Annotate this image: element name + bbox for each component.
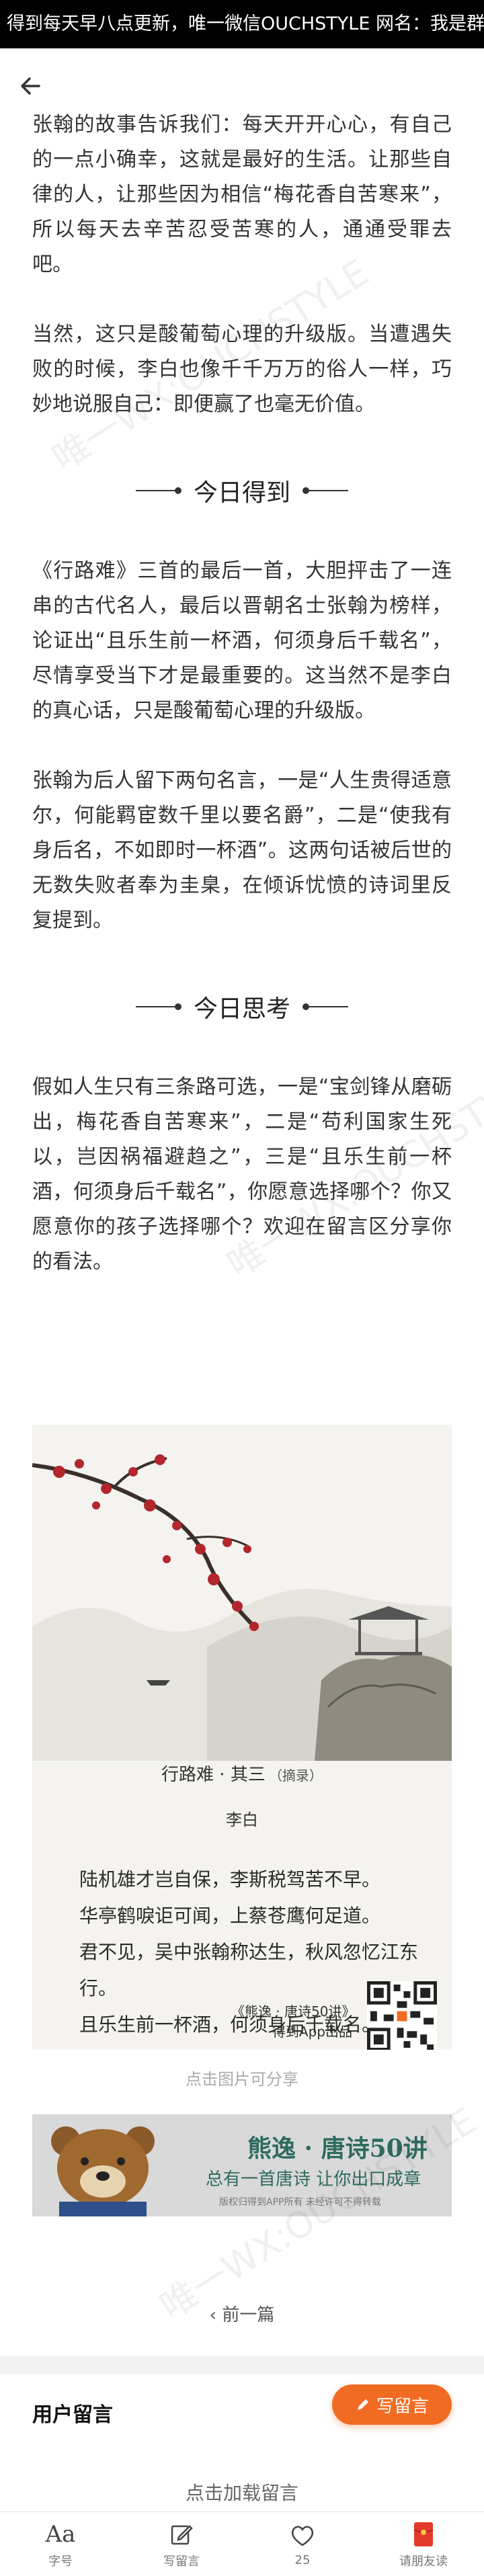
poem-line: 陆机雄才岂自保，李斯税驾苦不早。	[79, 1868, 381, 1891]
tab-label: 请朋友读	[399, 2554, 448, 2569]
ink-painting-illustration	[32, 1454, 452, 1761]
heading-divider-left	[135, 487, 182, 494]
publisher: 得到App出品	[272, 2024, 352, 2040]
poem-excerpt-note: （摘录）	[268, 1768, 323, 1784]
share-tip-text: 点击图片可分享	[186, 2070, 298, 2089]
tab-like[interactable]: 25	[242, 2512, 363, 2576]
tab-label: 写留言	[163, 2554, 200, 2569]
banner-title: 熊逸 · 唐诗50讲	[247, 2134, 428, 2163]
comments-title: 用户留言	[32, 2403, 113, 2427]
course-name: 《熊逸 · 唐诗50讲》	[231, 2003, 356, 2020]
article-paragraph: 张翰的故事告诉我们：每天开开心心，有自己的一点小确幸，这就是最好的生活。让那些自…	[32, 113, 452, 276]
bottom-tab-bar: Aa 字号 写留言 25 请朋友读	[0, 2511, 484, 2576]
article-body: 张翰的故事告诉我们：每天开开心心，有自己的一点小确幸，这就是最好的生活。让那些自…	[32, 108, 452, 1315]
like-count: 25	[294, 2553, 311, 2567]
pencil-icon	[357, 2399, 368, 2410]
heading-divider-right	[302, 1003, 348, 1010]
poem-line: 华亭鹤唳讵可闻，上蔡苍鹰何足道。	[79, 1905, 381, 1927]
section-title: 今日思考	[193, 995, 290, 1023]
load-comments-link[interactable]: 点击加载留言	[0, 2479, 484, 2505]
edit-icon	[169, 2520, 194, 2549]
heart-icon	[290, 2521, 315, 2550]
font-size-icon: Aa	[45, 2520, 76, 2548]
poem-share-image[interactable]: 行路难 · 其三 （摘录） 李白 陆机雄才岂自保，李斯税驾苦不早。 华亭鹤唳讵可…	[32, 1425, 452, 2050]
banner-slogan: 总有一首唐诗 让你出口成章	[206, 2169, 421, 2190]
tab-write-comment[interactable]: 写留言	[121, 2512, 242, 2576]
write-comment-label: 写留言	[376, 2396, 429, 2417]
tab-font-size[interactable]: Aa 字号	[0, 2512, 121, 2576]
article-paragraph: 《行路难》三首的最后一首，大胆抨击了一连串的古代名人，最后以晋朝名士张翰为榜样，…	[32, 559, 452, 722]
back-arrow-icon[interactable]	[16, 71, 46, 101]
section-heading-today-think: 今日思考	[32, 973, 452, 1040]
article-paragraph: 张翰为后人留下两句名言，一是“人生贵得适意尔，何能羁宦数千里以要名爵”，二是“使…	[32, 769, 452, 932]
write-comment-button[interactable]: 写留言	[332, 2384, 452, 2425]
section-heading-today-gain: 今日得到	[32, 457, 452, 524]
poem-author: 李白	[226, 1811, 258, 1829]
course-banner[interactable]: 熊逸 · 唐诗50讲 总有一首唐诗 让你出口成章 版权归得到APP所有 未经许可…	[32, 2114, 452, 2216]
article-paragraph: 假如人生只有三条路可选，一是“宝剑锋从磨砺出，梅花香自苦寒来”，二是“苟利国家生…	[32, 1075, 452, 1274]
red-envelope-icon	[413, 2520, 434, 2549]
heading-divider-left	[135, 1003, 182, 1010]
qr-code-icon	[367, 1981, 437, 2050]
heading-divider-right	[302, 487, 348, 494]
tab-invite-friend[interactable]: 请朋友读	[363, 2512, 484, 2576]
bear-mascot-icon	[51, 2126, 155, 2216]
poem-title: 行路难 · 其三	[161, 1765, 266, 1785]
article-paragraph: 当然，这只是酸葡萄心理的升级版。当遭遇失败的时候，李白也像千千万万的俗人一样，巧…	[32, 323, 452, 416]
banner-copyright: 版权归得到APP所有 未经许可不得转载	[219, 2197, 381, 2208]
previous-article-link[interactable]: ‹ 前一篇	[0, 2301, 484, 2326]
comments-header: 用户留言 写留言	[0, 2374, 484, 2448]
section-divider	[0, 2356, 484, 2374]
status-bar-text: 得到每天早八点更新，唯一微信OUCHSTYLE 网名：我是群主	[0, 0, 484, 48]
poem-title-row: 行路难 · 其三 （摘录）	[32, 1761, 452, 1786]
tab-label: 字号	[48, 2554, 73, 2569]
poem-card-footer: 《熊逸 · 唐诗50讲》 得到App出品	[231, 2001, 356, 2042]
section-title: 今日得到	[193, 479, 290, 507]
